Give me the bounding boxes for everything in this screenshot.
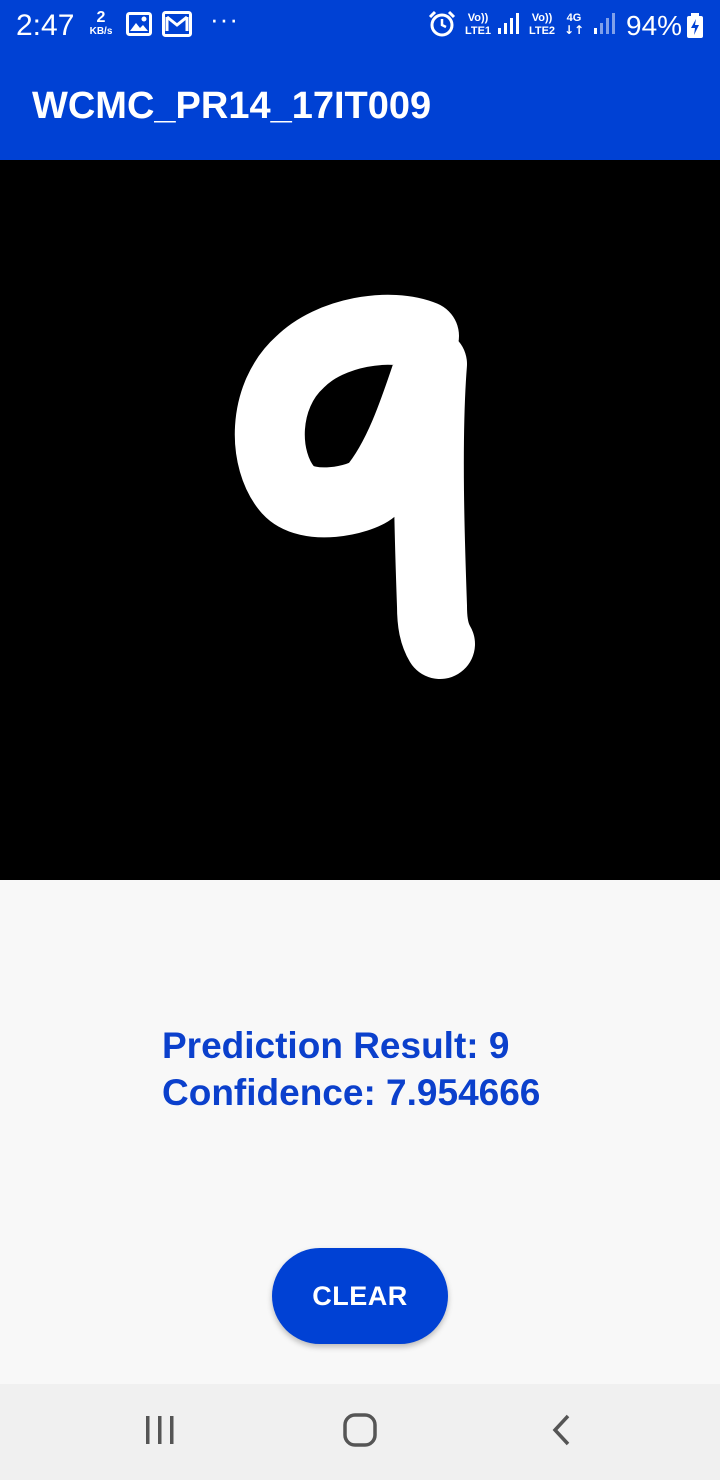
- status-bar: 2:47 2 KB/s ··· Vo)) LTE1 Vo)) LTE2 4G ↓…: [0, 0, 720, 52]
- signal-icon: Vo)) LTE2: [526, 10, 562, 43]
- confidence-text: Confidence: 7.954666: [162, 1072, 541, 1113]
- sim1-volte-label: Vo)): [468, 12, 489, 24]
- app-bar: WCMC_PR14_17IT009: [0, 52, 720, 160]
- network-speed: 2 KB/s: [86, 9, 116, 38]
- recent-apps-icon[interactable]: [144, 1412, 176, 1453]
- clear-button[interactable]: CLEAR: [272, 1248, 448, 1344]
- svg-text:LTE2: LTE2: [529, 25, 555, 37]
- network-speed-unit: KB/s: [89, 26, 113, 37]
- svg-text:Vo)): Vo)): [532, 12, 553, 24]
- app-title: WCMC_PR14_17IT009: [32, 85, 432, 127]
- signal-icon: 4G ↓↑: [564, 10, 620, 43]
- network-speed-value: 2: [96, 9, 106, 26]
- alarm-icon: [428, 10, 456, 43]
- app-screen: 2:47 2 KB/s ··· Vo)) LTE1 Vo)) LTE2 4G ↓…: [0, 0, 720, 1480]
- drawing-canvas[interactable]: [0, 160, 720, 880]
- battery-percent: 94%: [626, 10, 683, 41]
- handwritten-digit-drawing: [234, 294, 475, 679]
- signal-icon: Vo)) LTE1: [462, 10, 524, 43]
- navigation-bar: [0, 1384, 720, 1480]
- status-time: 2:47: [16, 9, 75, 42]
- prediction-result: Prediction Result: 9 Confidence: 7.95466…: [162, 1022, 540, 1116]
- gallery-icon: [126, 12, 152, 41]
- mail-icon: [162, 11, 192, 42]
- sim1-lte-label: LTE1: [465, 25, 491, 37]
- battery-charging-icon: [686, 13, 704, 44]
- svg-text:↓↑: ↓↑: [564, 23, 584, 37]
- home-icon[interactable]: [342, 1412, 380, 1453]
- more-icon: ···: [210, 4, 239, 34]
- back-icon[interactable]: [548, 1412, 576, 1453]
- prediction-result-text: Prediction Result: 9: [162, 1025, 510, 1066]
